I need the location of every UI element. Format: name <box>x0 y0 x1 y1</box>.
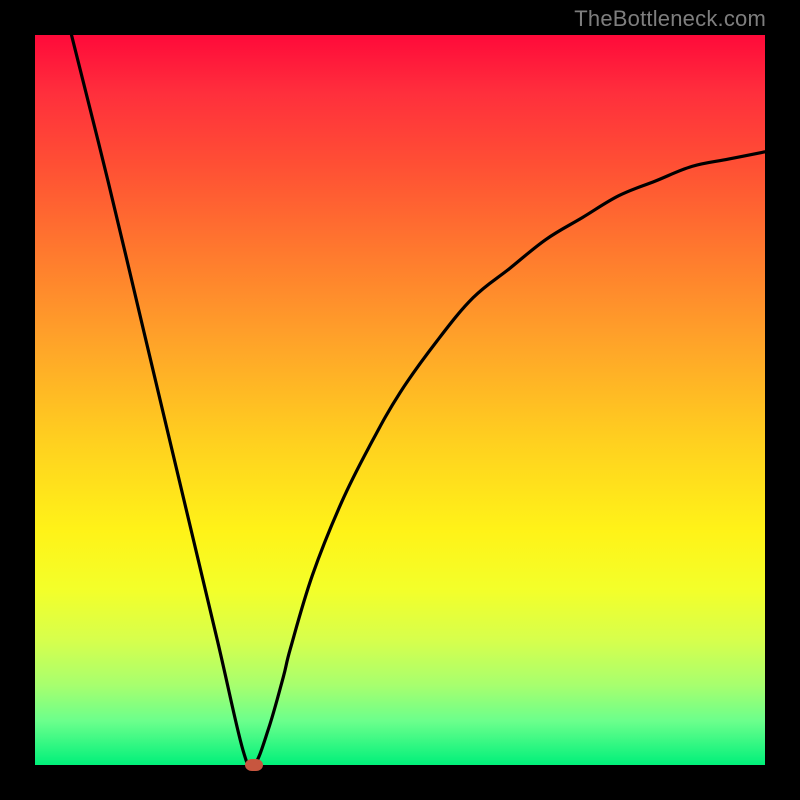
bottleneck-curve <box>35 35 765 765</box>
minimum-marker <box>245 759 263 771</box>
watermark-label: TheBottleneck.com <box>574 6 766 32</box>
chart-frame: TheBottleneck.com <box>0 0 800 800</box>
plot-area <box>35 35 765 765</box>
